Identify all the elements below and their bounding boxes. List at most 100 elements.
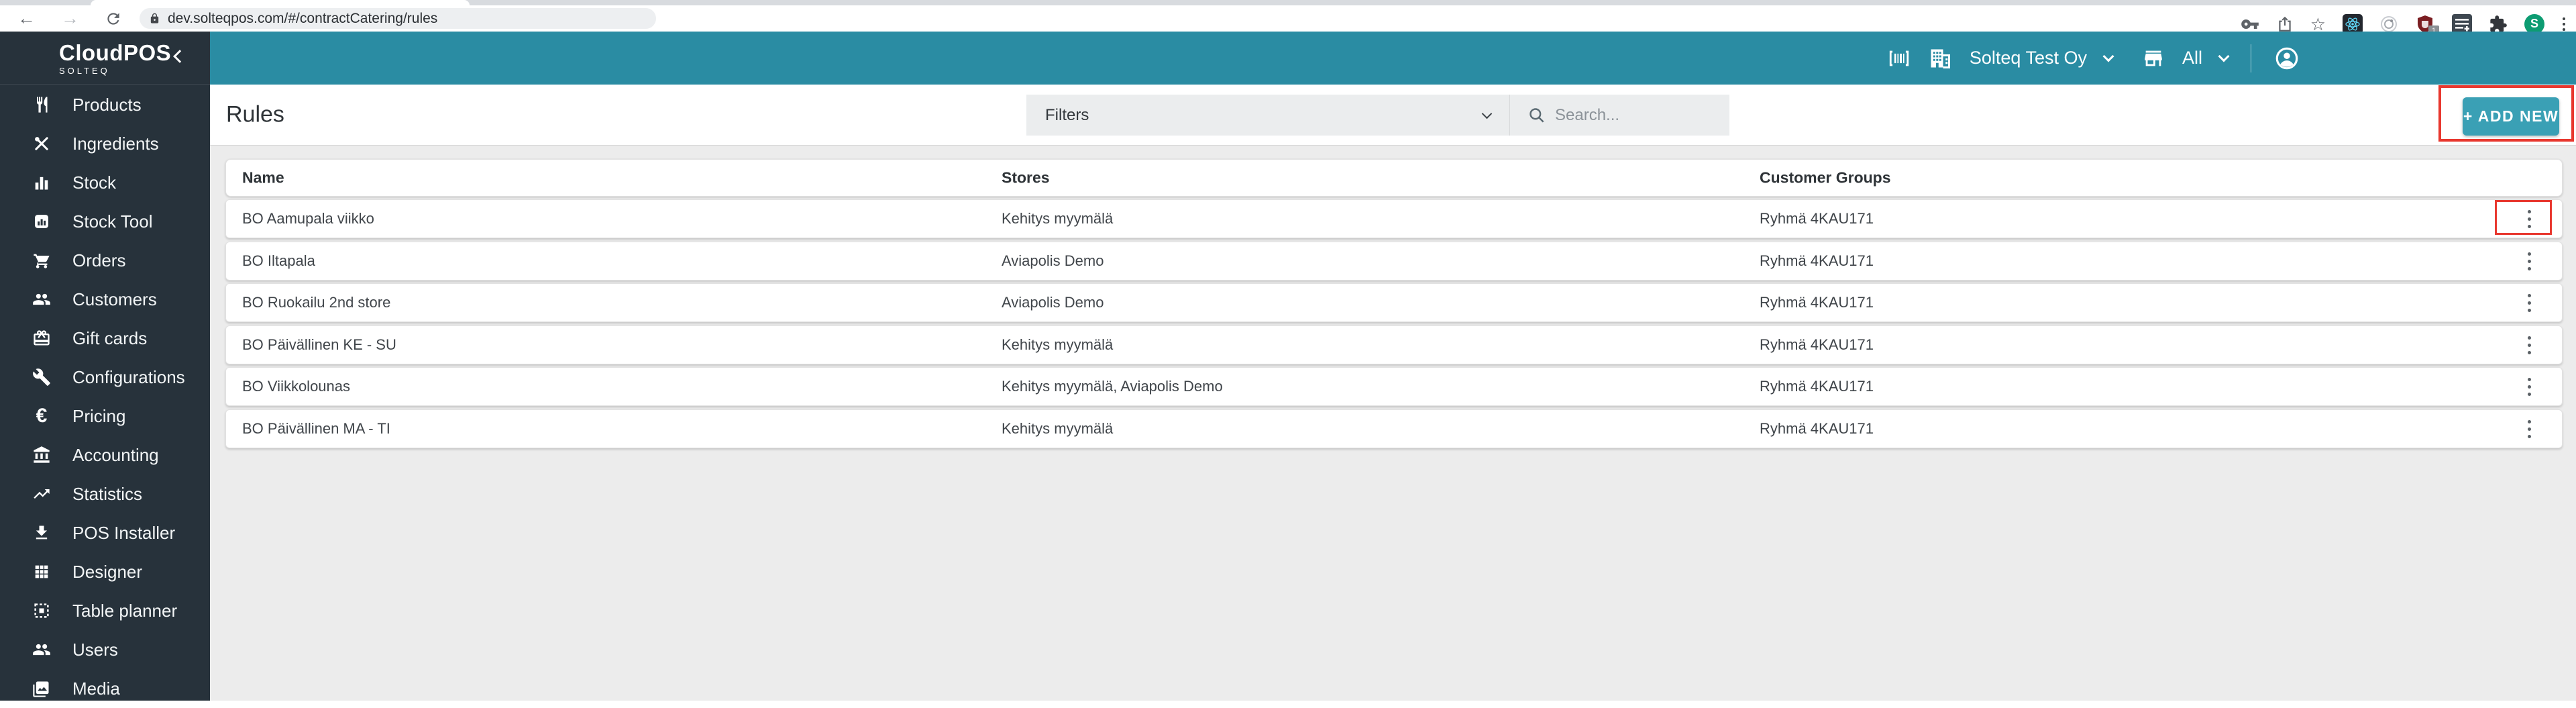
add-new-button[interactable]: + ADD NEW — [2463, 97, 2559, 136]
chevron-down-icon — [1482, 108, 1493, 119]
sidebar-item-label: Products — [72, 95, 142, 115]
sidebar-item-label: Table planner — [72, 601, 177, 621]
sidebar-item-label: Stock — [72, 172, 116, 193]
list-extension-icon[interactable] — [2452, 14, 2472, 34]
filters-dropdown[interactable]: Filters — [1026, 95, 1510, 136]
company-selector[interactable]: Solteq Test Oy — [1970, 48, 2087, 68]
rule-name: BO Päivällinen MA - TI — [242, 420, 390, 438]
rule-stores: Kehitys myymälä — [1002, 210, 1113, 227]
store-icon — [2142, 47, 2165, 70]
orbit-extension-icon[interactable] — [2379, 15, 2398, 34]
sidebar-item-pricing[interactable]: € Pricing — [0, 397, 210, 436]
page-header-band: Rules Filters + ADD NEW — [210, 85, 2576, 146]
sidebar: CloudPOS SOLTEQ Products Ingredients Sto… — [0, 32, 210, 701]
search-box[interactable] — [1510, 95, 1729, 136]
gift-card-icon — [31, 328, 52, 348]
table-row[interactable]: BO Aamupala viikko Kehitys myymälä Ryhmä… — [225, 199, 2563, 238]
column-header-stores: Stores — [1002, 169, 1050, 187]
sidebar-item-users[interactable]: Users — [0, 630, 210, 669]
rule-name: BO Aamupala viikko — [242, 210, 374, 227]
sidebar-item-statistics[interactable]: Statistics — [0, 474, 210, 513]
chevron-down-icon[interactable] — [2102, 50, 2114, 62]
chart-box-icon — [31, 211, 52, 232]
sidebar-item-gift-cards[interactable]: Gift cards — [0, 319, 210, 358]
sidebar-item-label: POS Installer — [72, 523, 175, 544]
rule-customer-groups: Ryhmä 4KAU171 — [1760, 252, 1874, 270]
column-header-customer-groups: Customer Groups — [1760, 169, 1891, 187]
bar-chart-icon — [31, 172, 52, 193]
sidebar-item-table-planner[interactable]: Table planner — [0, 591, 210, 630]
rule-customer-groups: Ryhmä 4KAU171 — [1760, 378, 1874, 395]
table-row[interactable]: BO Päivällinen MA - TI Kehitys myymälä R… — [225, 409, 2563, 448]
sidebar-item-designer[interactable]: Designer — [0, 552, 210, 591]
sidebar-item-label: Statistics — [72, 484, 142, 505]
rule-name: BO Päivällinen KE - SU — [242, 336, 396, 354]
browser-tabstrip — [0, 0, 2576, 5]
key-icon[interactable] — [2241, 15, 2259, 34]
row-menu-icon[interactable] — [2516, 205, 2542, 232]
app-logo: CloudPOS — [59, 41, 210, 65]
main-content: Rules Filters + ADD NEW Name Stores Cust… — [210, 85, 2576, 701]
extensions-puzzle-icon[interactable] — [2489, 15, 2508, 34]
filter-search-toolbar: Filters — [1026, 95, 1729, 136]
address-bar[interactable]: dev.solteqpos.com/#/contractCatering/rul… — [140, 8, 656, 29]
rule-stores: Aviapolis Demo — [1002, 252, 1104, 270]
back-icon[interactable]: ← — [17, 9, 36, 28]
account-icon[interactable] — [2274, 46, 2300, 71]
sidebar-item-label: Configurations — [72, 367, 185, 388]
lock-icon — [149, 13, 160, 24]
sidebar-item-media[interactable]: Media — [0, 669, 210, 708]
filters-label: Filters — [1045, 106, 1089, 125]
rule-stores: Aviapolis Demo — [1002, 294, 1104, 311]
search-input[interactable] — [1555, 106, 1729, 125]
share-icon[interactable] — [2276, 15, 2294, 33]
browser-chrome: ← → dev.solteqpos.com/#/contractCatering… — [0, 0, 2576, 32]
rule-name: BO Iltapala — [242, 252, 315, 270]
row-menu-icon[interactable] — [2516, 415, 2542, 442]
app-header: Solteq Test Oy All — [210, 32, 2576, 85]
row-menu-icon[interactable] — [2516, 248, 2542, 274]
store-selector[interactable]: All — [2182, 48, 2202, 68]
sidebar-nav: Products Ingredients Stock Stock Tool Or… — [0, 85, 210, 708]
sidebar-item-label: Gift cards — [72, 328, 147, 349]
row-menu-icon[interactable] — [2516, 373, 2542, 400]
sidebar-item-accounting[interactable]: Accounting — [0, 436, 210, 474]
ublock-shield-icon[interactable]: 1 — [2415, 14, 2435, 34]
rule-stores: Kehitys myymälä — [1002, 420, 1113, 438]
sidebar-item-customers[interactable]: Customers — [0, 280, 210, 319]
bookmark-star-icon[interactable]: ☆ — [2310, 15, 2326, 33]
sidebar-item-ingredients[interactable]: Ingredients — [0, 124, 210, 163]
table-row[interactable]: BO Ruokailu 2nd store Aviapolis Demo Ryh… — [225, 283, 2563, 322]
column-header-name: Name — [242, 169, 284, 187]
trend-icon — [31, 484, 52, 504]
browser-active-tab[interactable] — [91, 0, 470, 5]
barcode-scan-icon[interactable] — [1888, 47, 1911, 70]
sidebar-item-stock-tool[interactable]: Stock Tool — [0, 202, 210, 241]
row-menu-icon[interactable] — [2516, 289, 2542, 316]
sidebar-item-label: Pricing — [72, 406, 125, 427]
sidebar-item-stock[interactable]: Stock — [0, 163, 210, 202]
rule-name: BO Ruokailu 2nd store — [242, 294, 390, 311]
row-menu-icon[interactable] — [2516, 332, 2542, 358]
rule-customer-groups: Ryhmä 4KAU171 — [1760, 336, 1874, 354]
app-logo-subtitle: SOLTEQ — [59, 66, 210, 76]
layout-icon — [31, 601, 52, 621]
table-row[interactable]: BO Iltapala Aviapolis Demo Ryhmä 4KAU171 — [225, 242, 2563, 281]
browser-profile-avatar[interactable]: S — [2524, 14, 2544, 34]
rule-stores: Kehitys myymälä — [1002, 336, 1113, 354]
table-row[interactable]: BO Päivällinen KE - SU Kehitys myymälä R… — [225, 325, 2563, 364]
table-header-row: Name Stores Customer Groups — [225, 159, 2563, 197]
reload-icon[interactable] — [105, 10, 122, 28]
react-devtools-icon[interactable] — [2343, 14, 2363, 34]
cart-icon — [31, 250, 52, 270]
sidebar-item-pos-installer[interactable]: POS Installer — [0, 513, 210, 552]
rule-name: BO Viikkolounas — [242, 378, 350, 395]
sidebar-item-orders[interactable]: Orders — [0, 241, 210, 280]
table-row[interactable]: BO Viikkolounas Kehitys myymälä, Aviapol… — [225, 367, 2563, 406]
sidebar-item-products[interactable]: Products — [0, 85, 210, 124]
browser-menu-icon[interactable] — [2561, 16, 2567, 32]
sidebar-item-label: Customers — [72, 289, 157, 310]
sidebar-item-configurations[interactable]: Configurations — [0, 358, 210, 397]
utensils-icon — [31, 95, 52, 115]
chevron-down-icon[interactable] — [2218, 50, 2230, 62]
